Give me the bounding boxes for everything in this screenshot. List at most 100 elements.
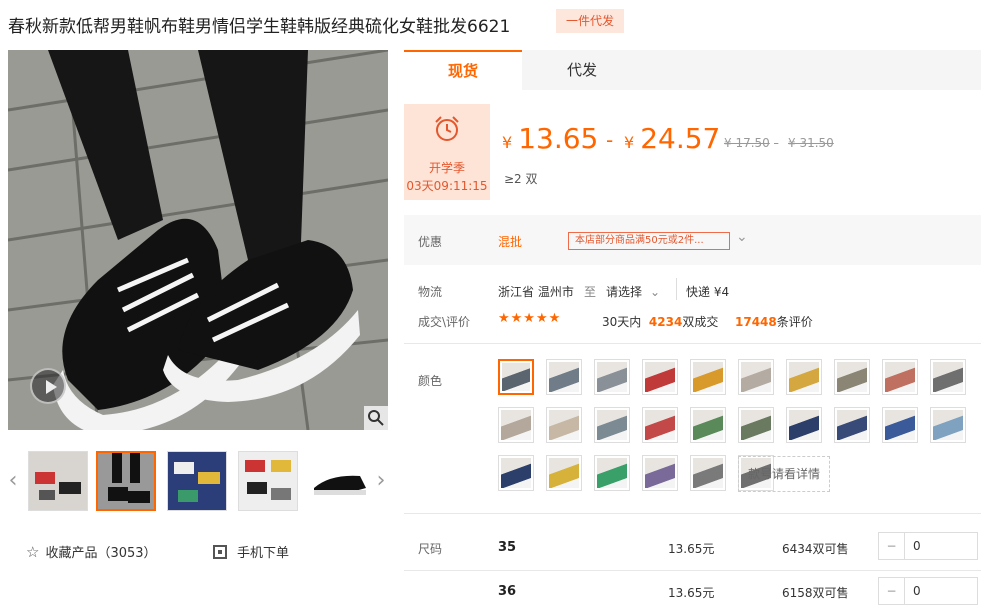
color-swatch[interactable] [738,359,774,395]
color-swatch[interactable] [642,359,678,395]
logistics-label: 物流 [418,285,443,299]
promo-box: 开学季 03天09:11:15 [404,104,490,200]
divider [404,570,981,571]
swatch-image [549,410,579,440]
price-sep: - [606,128,614,152]
mode-tabs: 现货 代发 [404,50,981,90]
swatch-image [645,410,675,440]
dropship-badge[interactable]: 一件代发 [556,9,624,33]
thumbnail[interactable] [167,451,227,511]
swatch-image [837,410,867,440]
minus-button[interactable]: − [879,533,905,559]
thumbnail[interactable] [96,451,156,511]
swatch-image [933,362,963,392]
color-label: 颜色 [418,374,443,388]
swatch-image [933,410,963,440]
old-price-low: ¥ 17.50 [724,136,770,150]
quantity-stepper[interactable]: − 0 [878,532,978,560]
color-swatch[interactable] [546,407,582,443]
size-row-36: 36 [498,584,517,599]
rating-stars: ★★★★★ [498,311,562,326]
size-price: 13.65元 [668,542,715,556]
color-swatch[interactable] [690,455,726,491]
color-swatch[interactable] [882,359,918,395]
color-swatch[interactable] [498,455,534,491]
color-swatch[interactable] [786,359,822,395]
thumbnail[interactable] [238,451,298,511]
divider [404,513,981,514]
thumbnail[interactable] [28,451,88,511]
deal-count: 4234 [648,315,683,329]
chevron-down-icon[interactable]: ⌄ [736,229,748,245]
coupon-row: 优惠 混批 本店部分商品满50元或2件... ⌄ [404,215,981,265]
favorite-button[interactable]: ☆ 收藏产品（3053） [26,542,157,561]
mobile-order-button[interactable]: 手机下单 [213,542,289,561]
color-swatch[interactable] [930,359,966,395]
quantity-stepper[interactable]: − 0 [878,577,978,605]
color-swatch[interactable] [834,407,870,443]
review-stats[interactable]: 17448条评价 [735,313,813,330]
swatch-image [597,362,627,392]
swatch-image [597,410,627,440]
tab-dropship[interactable]: 代发 [522,50,642,90]
swatch-image [741,362,771,392]
color-swatch[interactable] [498,359,534,395]
price-high: ¥24.57 [624,122,721,155]
alarm-clock-icon [435,116,459,141]
swatch-image [885,362,915,392]
color-swatch[interactable] [546,359,582,395]
size-price: 13.65元 [668,586,715,600]
color-swatch[interactable] [594,407,630,443]
logistics-origin: 浙江省 温州市 [498,285,574,299]
quantity-value[interactable]: 0 [913,578,921,604]
main-product-image[interactable] [8,50,388,430]
color-swatch[interactable] [546,455,582,491]
swatch-image [501,458,531,488]
thumb-next-button[interactable]: › [374,468,388,494]
old-price-sep: - [774,136,779,150]
color-swatch[interactable] [834,359,870,395]
star-outline-icon: ☆ [26,543,40,561]
color-swatch[interactable] [642,407,678,443]
price-area: 开学季 03天09:11:15 ¥13.65 - ¥24.57 ¥ 17.50 … [404,104,981,200]
size-row-35: 35 [498,540,517,555]
color-swatch[interactable] [594,359,630,395]
coupon-tag[interactable]: 本店部分商品满50元或2件... [568,232,730,250]
swatch-image [549,458,579,488]
thumb-prev-button[interactable]: ‹ [6,468,20,494]
tab-spot[interactable]: 现货 [404,50,522,90]
see-details-more[interactable]: 款号请看详情 [738,456,830,492]
swatch-image [789,410,819,440]
color-swatch[interactable] [738,407,774,443]
price-low: ¥13.65 [502,122,599,155]
color-swatch[interactable] [786,407,822,443]
minus-button[interactable]: − [879,578,905,604]
color-swatch[interactable] [690,359,726,395]
thumbnail[interactable] [309,451,369,511]
destination-select[interactable]: 请选择 ⌄ [606,283,660,300]
color-swatch[interactable] [594,455,630,491]
color-swatch[interactable] [882,407,918,443]
qrcode-icon [213,545,227,559]
mobile-order-label: 手机下单 [237,546,290,561]
swatch-image [693,458,723,488]
min-order: ≥2 双 [504,172,538,186]
swatch-image [501,410,531,440]
mix-batch-link[interactable]: 混批 [498,233,522,250]
deals-label: 成交\评价 [418,315,471,329]
coupon-label: 优惠 [418,235,443,249]
express-fee: 快递 ¥4 [686,285,730,299]
color-swatch[interactable] [642,455,678,491]
color-swatch[interactable] [690,407,726,443]
quantity-value[interactable]: 0 [913,533,921,559]
swatch-image [645,458,675,488]
color-swatch[interactable] [930,407,966,443]
play-video-button[interactable] [30,368,66,404]
swatch-image [597,458,627,488]
magnifier-icon[interactable] [364,406,388,430]
chevron-down-icon: ⌄ [650,285,661,299]
swatch-image [645,362,675,392]
logistics-to: 至 [584,285,597,299]
deal-stats: 30天内 4234双成交 [602,315,719,329]
color-swatch[interactable] [498,407,534,443]
